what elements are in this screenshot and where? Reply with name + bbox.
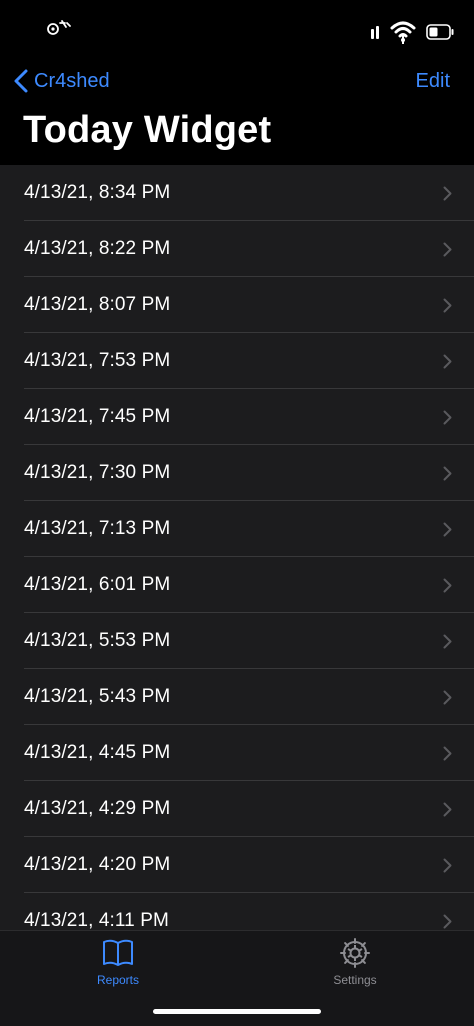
navigation-bar: Cr4shed Edit xyxy=(0,60,474,104)
report-row[interactable]: 4/13/21, 4:20 PM xyxy=(0,837,474,893)
report-row[interactable]: 4/13/21, 7:13 PM xyxy=(0,501,474,557)
report-row[interactable]: 4/13/21, 4:29 PM xyxy=(0,781,474,837)
book-icon xyxy=(103,939,133,966)
battery-icon xyxy=(426,24,454,40)
tab-reports-label: Reports xyxy=(96,973,140,987)
report-row[interactable]: 4/13/21, 7:30 PM xyxy=(0,445,474,501)
report-row-label: 4/13/21, 4:11 PM xyxy=(24,910,169,930)
report-row-label: 4/13/21, 4:20 PM xyxy=(24,854,171,875)
signal-icon xyxy=(371,26,379,39)
report-row-label: 4/13/21, 5:43 PM xyxy=(24,686,171,707)
report-row-label: 4/13/21, 4:29 PM xyxy=(24,798,171,819)
report-row[interactable]: 4/13/21, 8:22 PM xyxy=(0,221,474,277)
report-list[interactable]: 4/13/21, 8:34 PM 4/13/21, 8:22 PM 4/13/21,… xyxy=(0,165,474,930)
report-row-label: 4/13/21, 7:13 PM xyxy=(24,518,171,539)
chevron-right-icon xyxy=(443,242,452,257)
status-bar xyxy=(0,0,474,56)
edit-button[interactable]: Edit xyxy=(416,70,450,93)
chevron-right-icon xyxy=(443,690,452,705)
report-row[interactable]: 4/13/21, 8:34 PM xyxy=(0,165,474,221)
back-button-label: Cr4shed xyxy=(34,69,110,92)
chevron-right-icon xyxy=(443,578,452,593)
report-row[interactable]: 4/13/21, 5:43 PM xyxy=(0,669,474,725)
report-row[interactable]: 4/13/21, 5:53 PM xyxy=(0,613,474,669)
report-row-label: 4/13/21, 7:45 PM xyxy=(24,406,171,427)
chevron-right-icon xyxy=(443,858,452,873)
chevron-right-icon xyxy=(443,186,452,201)
report-row-label: 4/13/21, 4:45 PM xyxy=(24,742,171,763)
report-row-label: 4/13/21, 8:07 PM xyxy=(24,294,171,315)
chevron-right-icon xyxy=(443,802,452,817)
wifi-icon xyxy=(390,21,416,44)
chevron-right-icon xyxy=(443,746,452,761)
report-row[interactable]: 4/13/21, 7:45 PM xyxy=(0,389,474,445)
report-row[interactable]: 4/13/21, 8:07 PM xyxy=(0,277,474,333)
chevron-right-icon xyxy=(443,914,452,929)
report-row[interactable]: 4/13/21, 4:11 PM xyxy=(0,893,474,930)
report-row-label: 4/13/21, 8:22 PM xyxy=(24,238,171,259)
chevron-right-icon xyxy=(443,354,452,369)
chevron-right-icon xyxy=(443,466,452,481)
report-row[interactable]: 4/13/21, 6:01 PM xyxy=(0,557,474,613)
tab-settings[interactable]: Settings xyxy=(305,937,405,993)
chevron-right-icon xyxy=(443,522,452,537)
home-indicator xyxy=(153,1009,321,1014)
report-row-label: 4/13/21, 5:53 PM xyxy=(24,630,171,651)
tab-reports[interactable]: Reports xyxy=(68,937,168,993)
tab-settings-label: Settings xyxy=(333,973,377,987)
report-row-label: 4/13/21, 7:53 PM xyxy=(24,350,171,371)
activity-status-icon xyxy=(47,20,71,35)
report-row-label: 4/13/21, 8:34 PM xyxy=(24,182,171,203)
report-row[interactable]: 4/13/21, 7:53 PM xyxy=(0,333,474,389)
chevron-right-icon xyxy=(443,298,452,313)
chevron-left-icon xyxy=(14,69,28,93)
chevron-right-icon xyxy=(443,634,452,649)
gear-icon xyxy=(340,938,370,968)
back-button[interactable]: Cr4shed xyxy=(12,66,110,96)
report-row-label: 4/13/21, 6:01 PM xyxy=(24,574,171,595)
report-row-label: 4/13/21, 7:30 PM xyxy=(24,462,171,483)
report-row[interactable]: 4/13/21, 4:45 PM xyxy=(0,725,474,781)
page-title: Today Widget xyxy=(23,109,272,151)
chevron-right-icon xyxy=(443,410,452,425)
